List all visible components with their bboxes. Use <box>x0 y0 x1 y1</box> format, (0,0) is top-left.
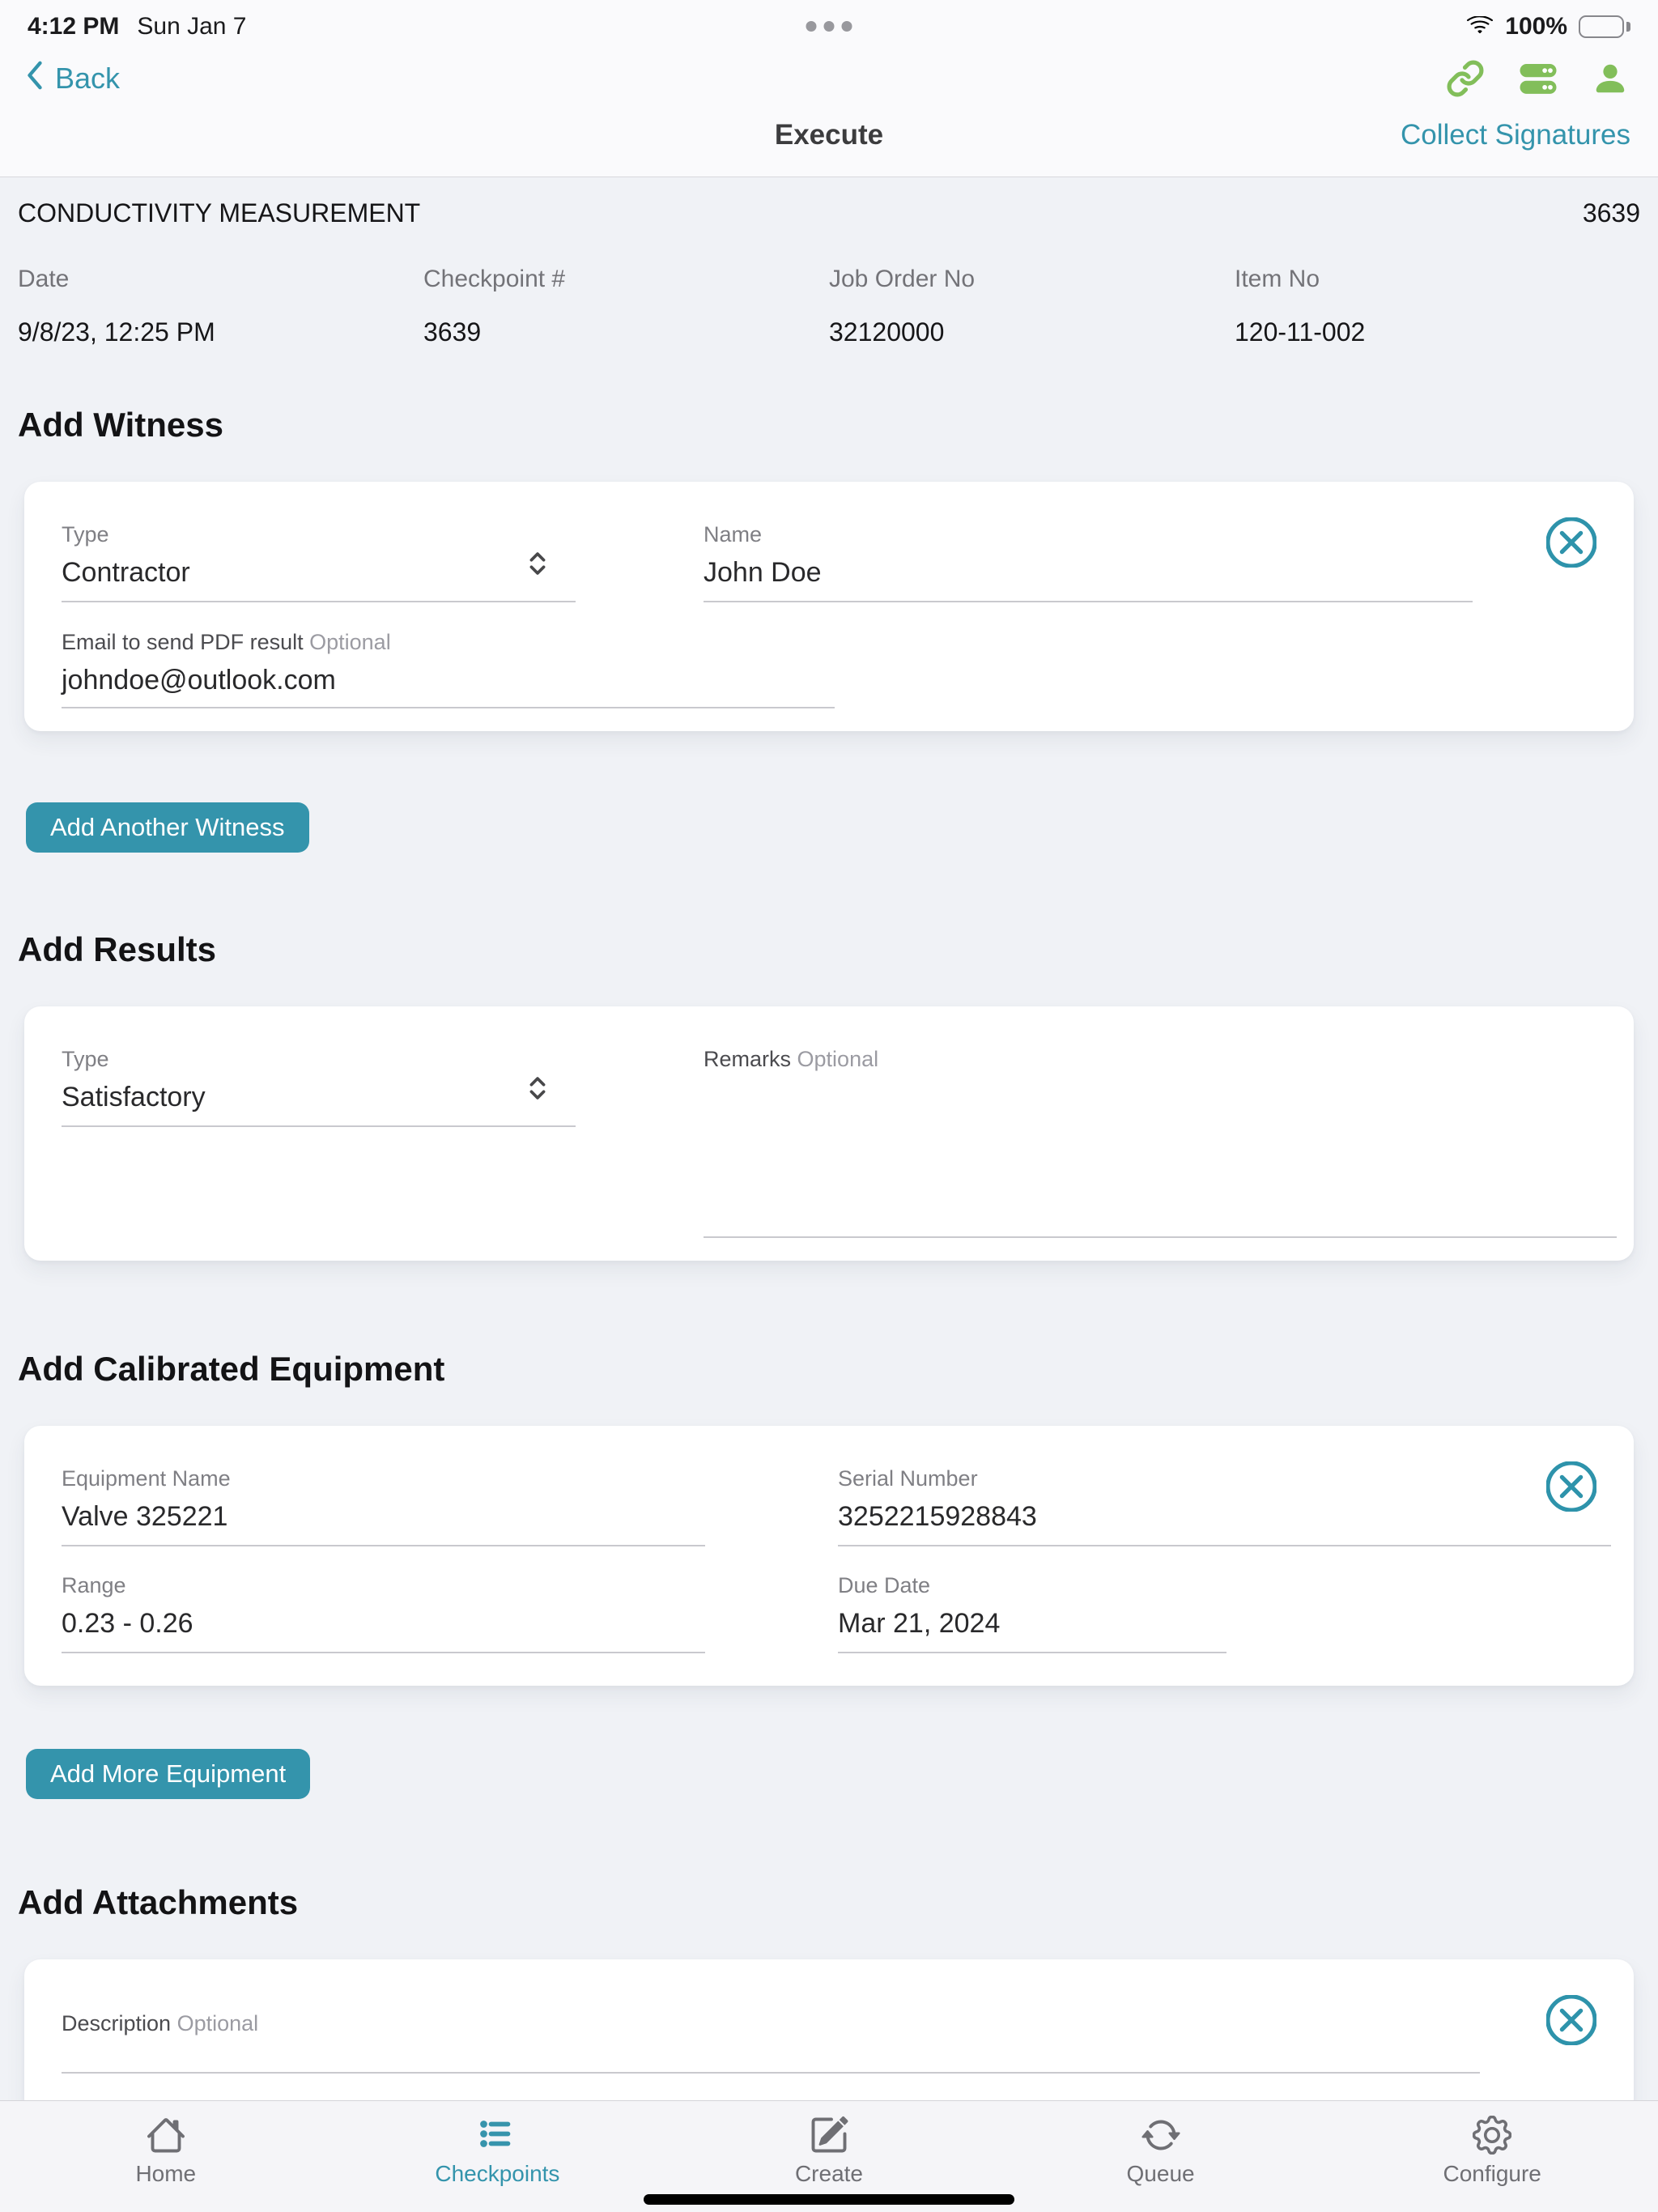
compose-icon <box>810 2116 848 2155</box>
info-field-date: Date 9/8/23, 12:25 PM <box>18 266 423 347</box>
remarks-input[interactable] <box>704 1072 1617 1238</box>
result-type-select[interactable]: Type Satisfactory <box>62 1047 576 1127</box>
navigation-bar: Back Execute Collect Signatures <box>0 47 1658 165</box>
section-heading-witness: Add Witness <box>18 406 1640 445</box>
status-time: 4:12 PM <box>28 13 119 40</box>
tab-configure[interactable]: Configure <box>1326 2116 1658 2212</box>
results-card: Type Satisfactory Remarks Optional <box>24 1006 1634 1261</box>
list-icon <box>478 2116 517 2155</box>
link-icon[interactable] <box>1446 59 1485 98</box>
remove-witness-button[interactable] <box>1546 517 1596 568</box>
witness-card: Type Contractor Name John Doe Email to s… <box>24 482 1634 731</box>
add-another-witness-button[interactable]: Add Another Witness <box>26 802 309 853</box>
collect-signatures-link[interactable]: Collect Signatures <box>1401 119 1630 151</box>
multitask-ellipsis-icon <box>806 21 852 32</box>
status-bar: 4:12 PM Sun Jan 7 100% <box>0 0 1658 47</box>
sync-arrows-icon <box>1141 2116 1180 2155</box>
battery-icon <box>1579 15 1630 38</box>
chevron-up-down-icon <box>527 550 548 581</box>
description-field[interactable]: Description Optional <box>62 2011 1480 2074</box>
remarks-field: Remarks Optional <box>704 1047 1617 1238</box>
chevron-up-down-icon <box>527 1074 548 1106</box>
remove-attachment-button[interactable] <box>1546 1995 1596 2045</box>
status-date: Sun Jan 7 <box>137 13 246 40</box>
info-field-checkpoint: Checkpoint # 3639 <box>423 266 829 347</box>
equipment-card: Equipment Name Valve 325221 Serial Numbe… <box>24 1426 1634 1686</box>
serial-number-field[interactable]: Serial Number 3252215928843 <box>838 1466 1611 1546</box>
checkpoint-info-grid: Date 9/8/23, 12:25 PM Checkpoint # 3639 … <box>18 266 1640 347</box>
witness-type-select[interactable]: Type Contractor <box>62 522 576 602</box>
witness-email-field[interactable]: Email to send PDF result Optional johndo… <box>62 630 835 708</box>
due-date-field[interactable]: Due Date Mar 21, 2024 <box>838 1573 1226 1653</box>
wifi-icon <box>1466 16 1494 37</box>
chevron-left-icon <box>24 60 45 98</box>
home-indicator[interactable] <box>644 2194 1014 2205</box>
main-content: CONDUCTIVITY MEASUREMENT 3639 Date 9/8/2… <box>0 198 1658 2202</box>
house-icon <box>147 2116 185 2155</box>
add-more-equipment-button[interactable]: Add More Equipment <box>26 1749 310 1799</box>
info-field-item-no: Item No 120-11-002 <box>1235 266 1640 347</box>
checkpoint-header-row: CONDUCTIVITY MEASUREMENT 3639 <box>18 198 1640 228</box>
battery-percentage: 100% <box>1505 13 1567 40</box>
checkpoint-number: 3639 <box>1583 198 1640 228</box>
checkpoint-title: CONDUCTIVITY MEASUREMENT <box>18 198 420 228</box>
info-field-job-order: Job Order No 32120000 <box>829 266 1235 347</box>
tab-checkpoints[interactable]: Checkpoints <box>332 2116 664 2212</box>
page-title: Execute <box>775 119 883 151</box>
top-chrome: 4:12 PM Sun Jan 7 100% Back <box>0 0 1658 177</box>
gear-icon <box>1473 2116 1511 2155</box>
equipment-name-field[interactable]: Equipment Name Valve 325221 <box>62 1466 705 1546</box>
description-input[interactable] <box>62 2036 1480 2072</box>
back-button[interactable]: Back <box>24 60 120 98</box>
section-heading-results: Add Results <box>18 930 1640 969</box>
tab-queue[interactable]: Queue <box>995 2116 1327 2212</box>
person-icon[interactable] <box>1592 60 1629 97</box>
witness-name-field[interactable]: Name John Doe <box>704 522 1473 602</box>
section-heading-attachments: Add Attachments <box>18 1883 1640 1922</box>
tab-home[interactable]: Home <box>0 2116 332 2212</box>
server-icon[interactable] <box>1519 59 1558 98</box>
range-field[interactable]: Range 0.23 - 0.26 <box>62 1573 705 1653</box>
section-heading-equipment: Add Calibrated Equipment <box>18 1350 1640 1389</box>
